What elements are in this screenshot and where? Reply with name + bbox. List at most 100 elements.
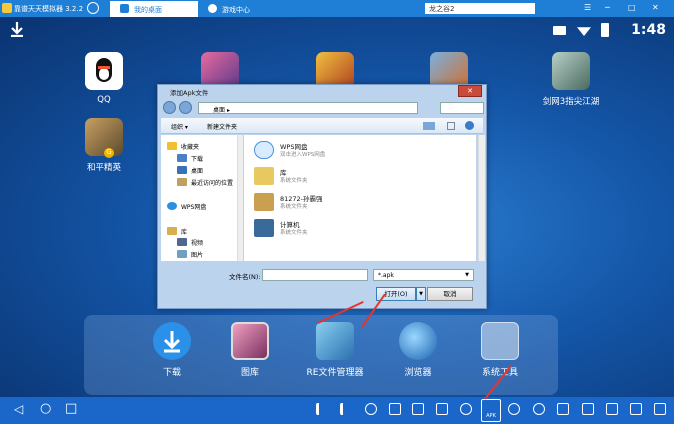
- dialog-close-button[interactable]: ✕: [458, 85, 482, 97]
- dock-app-browser[interactable]: 浏览器: [380, 322, 456, 378]
- nav-favorites[interactable]: 收藏夹: [167, 142, 199, 152]
- star-icon: [167, 142, 177, 150]
- sim-icon: [553, 26, 566, 35]
- volume-down-icon[interactable]: [316, 403, 328, 415]
- dialog-title: 添加Apk文件: [170, 89, 209, 97]
- app-logo-icon: [2, 3, 12, 13]
- app-label: QQ: [97, 95, 111, 105]
- menu-button[interactable]: ☰: [584, 3, 591, 12]
- more-icon[interactable]: [630, 403, 642, 415]
- address-bar[interactable]: 桌面 ▸: [198, 102, 418, 114]
- app-qq[interactable]: QQ: [74, 52, 134, 105]
- install-apk-button[interactable]: APK: [481, 399, 501, 422]
- settings-icon[interactable]: [533, 403, 545, 415]
- library-icon: [167, 227, 177, 235]
- open-dropdown-button[interactable]: ▼: [416, 287, 426, 301]
- help-icon[interactable]: [465, 121, 474, 130]
- dock-label: 浏览器: [404, 368, 432, 378]
- cancel-button[interactable]: 取消: [427, 287, 473, 301]
- nav-desktop[interactable]: 桌面: [177, 166, 203, 176]
- dock-app-download[interactable]: 下载: [134, 322, 210, 378]
- search-input[interactable]: 龙之谷2: [425, 3, 535, 14]
- screen-rotate-icon[interactable]: [365, 403, 377, 415]
- download-status-icon: [11, 22, 23, 37]
- back-icon[interactable]: ◁: [14, 402, 23, 416]
- nav-label: 视频: [191, 240, 204, 247]
- location-icon[interactable]: [508, 403, 520, 415]
- keyboard-icon[interactable]: [557, 403, 569, 415]
- app-peace-elite[interactable]: 和平精英: [74, 118, 134, 173]
- dock-app-system-tools[interactable]: 系统工具: [462, 322, 538, 378]
- view-options-icon[interactable]: [423, 122, 435, 130]
- nav-libraries[interactable]: 库: [167, 227, 187, 237]
- file-list: WPS网盘 双击进入WPS网盘 库系统文件夹 81272-孙霸强 系统文件夹 计算机…: [244, 135, 476, 261]
- user-avatar-icon[interactable]: [87, 2, 99, 14]
- close-button[interactable]: ✕: [652, 3, 659, 12]
- apk-label: APK: [486, 413, 496, 419]
- nav-label: 最近访问的位置: [191, 180, 234, 187]
- fullscreen-icon[interactable]: [654, 403, 666, 415]
- app-jx3[interactable]: 剑网3指尖江湖: [532, 52, 610, 107]
- tab-label: 我的桌面: [134, 6, 162, 14]
- filename-label: 文件名(N):: [229, 273, 261, 281]
- gallery-icon: [231, 322, 269, 360]
- chevron-right-icon: ▸: [226, 107, 230, 114]
- filetype-select[interactable]: *.apk ▼: [373, 269, 474, 281]
- file-scrollbar[interactable]: [478, 135, 485, 261]
- picture-folder-icon: [177, 250, 187, 258]
- file-desc: 双击进入WPS网盘: [280, 152, 326, 158]
- shake-icon[interactable]: [460, 403, 472, 415]
- minimize-button[interactable]: ─: [605, 3, 610, 12]
- dock-label: 图库: [240, 368, 259, 378]
- dock-label: RE文件管理器: [306, 368, 364, 378]
- share-icon[interactable]: [606, 403, 618, 415]
- emulator-window: 靠谱天天模拟器 3.2.2 我的桌面 游戏中心 龙之谷2 ☰ ─ □ ✕ 1:4…: [0, 0, 674, 424]
- organize-button[interactable]: 组织 ▾: [171, 122, 188, 131]
- tab-my-desktop[interactable]: 我的桌面: [110, 1, 198, 17]
- home-icon[interactable]: ○: [40, 401, 51, 416]
- filename-input[interactable]: [262, 269, 368, 281]
- jx3-icon: [552, 52, 590, 90]
- app-label: 剑网3指尖江湖: [542, 97, 600, 107]
- file-desc: 系统文件夹: [280, 230, 308, 236]
- address-text: 桌面: [213, 107, 226, 114]
- title-bar: 靠谱天天模拟器 3.2.2 我的桌面 游戏中心 龙之谷2 ☰ ─ □ ✕: [0, 0, 674, 17]
- download-folder-icon: [177, 154, 187, 162]
- desktop-folder-icon: [177, 166, 187, 174]
- chevron-down-icon: ▼: [465, 272, 469, 278]
- nav-downloads[interactable]: 下载: [177, 154, 203, 164]
- recent-places-icon: [177, 178, 187, 186]
- nav-pictures[interactable]: 图片: [177, 250, 203, 260]
- nav-label: WPS网盘: [181, 204, 207, 211]
- recent-apps-icon[interactable]: □: [65, 401, 77, 416]
- nav-label: 库: [181, 229, 188, 236]
- user-folder-icon: [254, 193, 274, 211]
- volume-up-icon[interactable]: [340, 403, 352, 415]
- dock-app-re-file-manager[interactable]: RE文件管理器: [290, 322, 380, 378]
- dialog-search-input[interactable]: [440, 102, 484, 114]
- nav-videos[interactable]: 视频: [177, 238, 203, 248]
- app-title: 靠谱天天模拟器 3.2.2: [14, 5, 84, 13]
- nav-wps-cloud[interactable]: WPS网盘: [167, 202, 206, 212]
- nav-label: 收藏夹: [181, 144, 200, 151]
- screenshot-icon[interactable]: [436, 403, 448, 415]
- message-icon[interactable]: [582, 403, 594, 415]
- video-folder-icon: [177, 238, 187, 246]
- clean-icon[interactable]: [412, 403, 424, 415]
- app-label: 和平精英: [86, 163, 121, 173]
- add-apk-dialog: 添加Apk文件 ✕ 桌面 ▸ 组织 ▾ 新建文件夹 收藏夹 下载 桌面 最近访问…: [157, 84, 487, 309]
- system-tools-folder-icon: [481, 322, 519, 360]
- nav-label: 下载: [191, 156, 204, 163]
- nav-scrollbar[interactable]: [237, 135, 243, 261]
- new-folder-button[interactable]: 新建文件夹: [207, 122, 237, 131]
- nav-recent[interactable]: 最近访问的位置: [177, 178, 233, 188]
- forward-arrow-icon[interactable]: [179, 101, 192, 114]
- preview-pane-icon[interactable]: [447, 122, 455, 130]
- maximize-button[interactable]: □: [628, 3, 636, 12]
- back-arrow-icon[interactable]: [163, 101, 176, 114]
- tab-game-center[interactable]: 游戏中心: [198, 1, 286, 17]
- dock-label: 下载: [162, 368, 181, 378]
- dock-app-gallery[interactable]: 图库: [212, 322, 288, 378]
- folder-icon[interactable]: [389, 403, 401, 415]
- cloud-icon: [254, 141, 274, 159]
